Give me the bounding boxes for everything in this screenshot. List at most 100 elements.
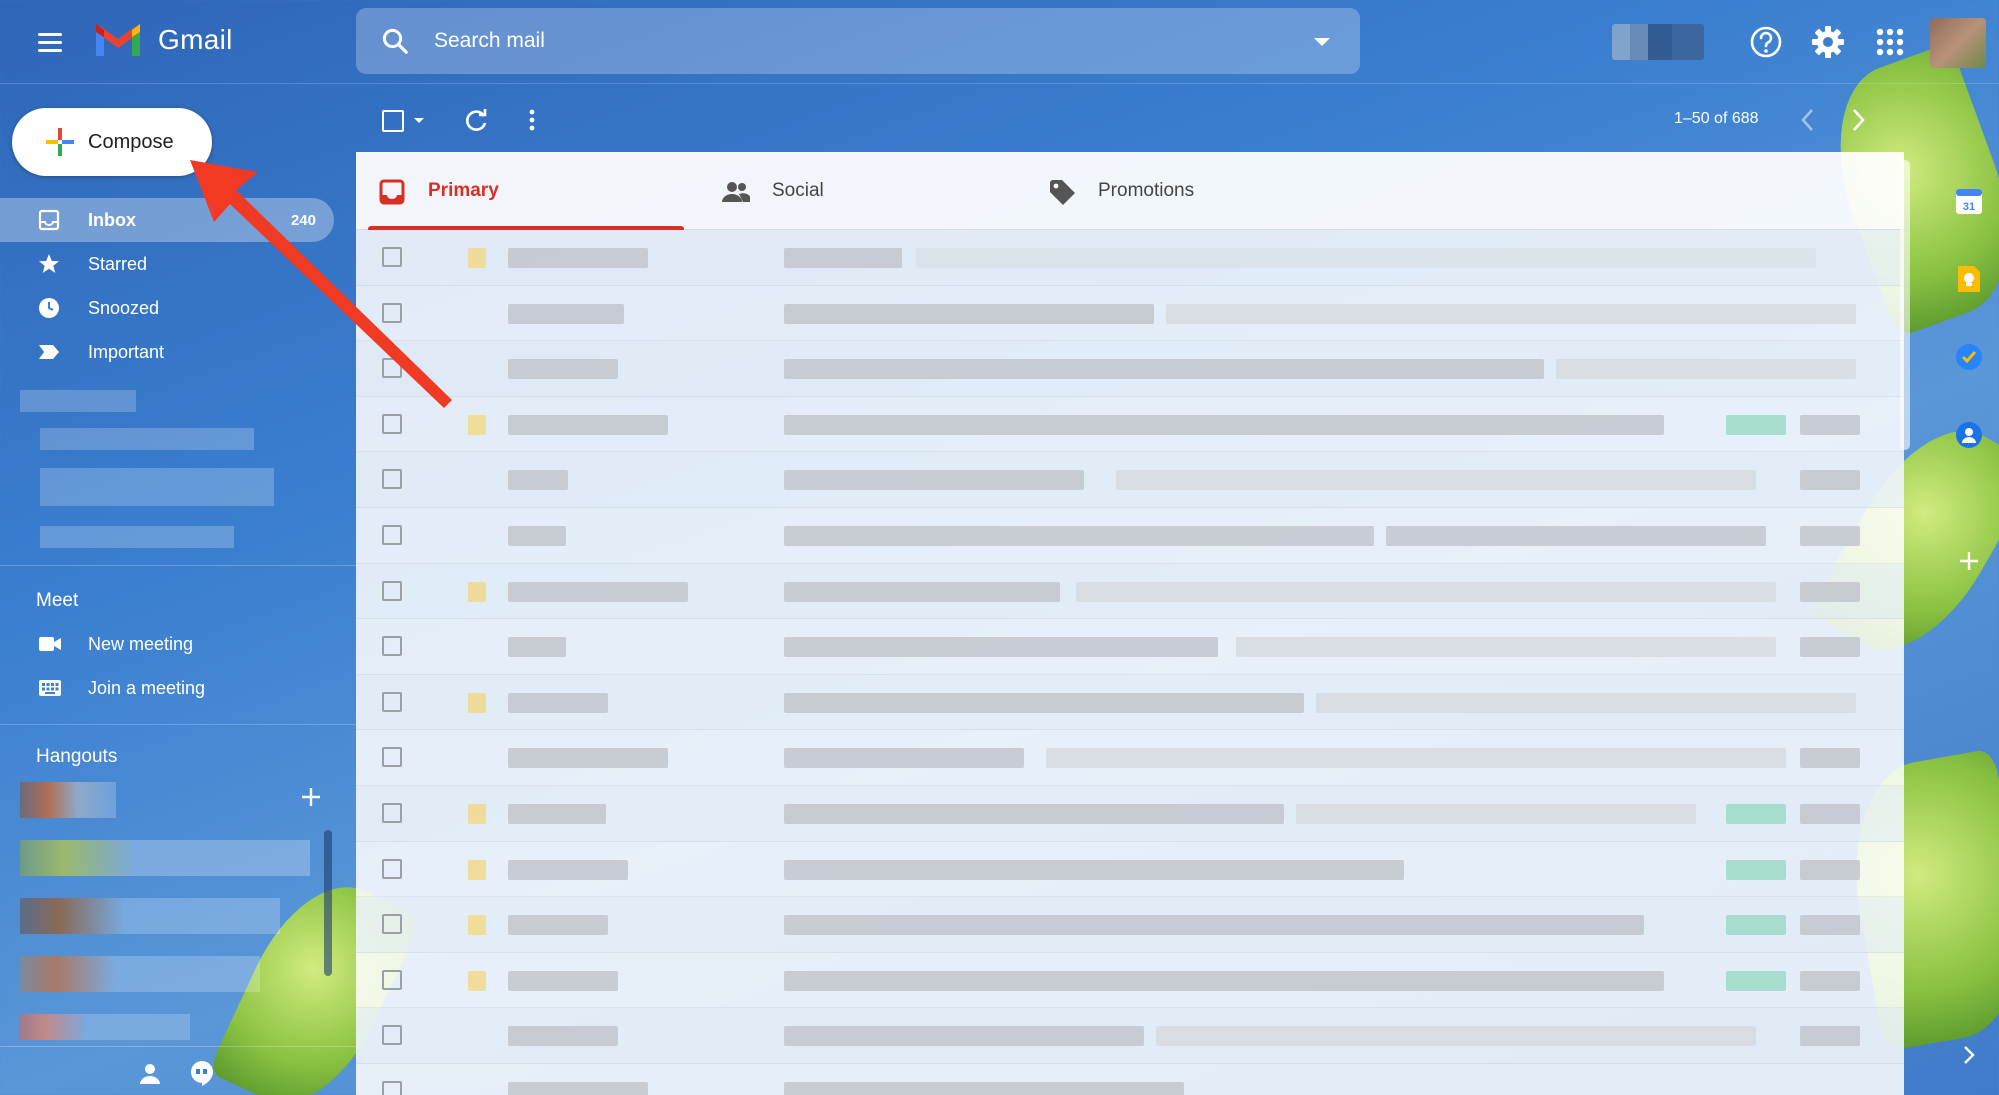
redacted-content [1076, 581, 1776, 602]
tasks-icon[interactable] [1954, 342, 1984, 372]
row-checkbox[interactable] [382, 580, 402, 601]
email-row[interactable] [356, 619, 1904, 675]
compose-button[interactable]: Compose [12, 108, 212, 176]
chevron-right-icon[interactable] [1846, 106, 1870, 134]
redacted-content [468, 248, 486, 268]
refresh-icon[interactable] [462, 106, 490, 134]
redacted-content [468, 414, 486, 435]
row-checkbox[interactable] [382, 802, 402, 823]
person-icon[interactable] [138, 1061, 162, 1085]
row-checkbox[interactable] [382, 691, 402, 712]
email-row[interactable] [356, 563, 1904, 620]
row-checkbox[interactable] [382, 524, 402, 545]
gmail-logo[interactable]: Gmail [92, 20, 233, 60]
email-row[interactable] [356, 230, 1904, 286]
redacted-content [1800, 414, 1860, 435]
main-menu-button[interactable] [28, 22, 72, 62]
sidebar-item-snoozed[interactable]: Snoozed [0, 286, 334, 330]
search-options-dropdown-icon[interactable] [1314, 38, 1330, 46]
row-checkbox[interactable] [382, 302, 402, 323]
chevron-right-icon[interactable] [1954, 1040, 1984, 1070]
row-checkbox[interactable] [382, 247, 402, 267]
redacted-content [1556, 359, 1856, 380]
gear-icon[interactable] [1808, 22, 1848, 62]
add-addon-icon[interactable] [1954, 546, 1984, 576]
tab-promotions[interactable]: Promotions [1026, 152, 1354, 230]
email-row[interactable] [356, 842, 1904, 898]
email-row[interactable] [356, 785, 1904, 842]
redacted-content [468, 803, 486, 824]
hangout-contact[interactable] [20, 956, 260, 992]
hangout-contact[interactable] [20, 782, 116, 818]
row-checkbox[interactable] [382, 858, 402, 879]
add-hangout-icon[interactable] [300, 786, 322, 808]
redacted-content [508, 1026, 618, 1047]
chevron-left-icon[interactable] [1796, 106, 1820, 134]
contacts-icon[interactable] [1954, 420, 1984, 450]
more-vertical-icon[interactable] [522, 106, 542, 134]
important-icon [39, 345, 59, 359]
row-checkbox[interactable] [382, 969, 402, 990]
tab-primary[interactable]: Primary [356, 152, 684, 230]
new-meeting-button[interactable]: New meeting [0, 622, 334, 666]
redacted-content [508, 470, 568, 491]
redacted-content [784, 581, 1060, 602]
redacted-content [1800, 470, 1860, 491]
row-checkbox[interactable] [382, 747, 402, 768]
sidebar-item-inbox[interactable]: Inbox 240 [0, 198, 334, 242]
redacted-content [784, 803, 1284, 824]
row-checkbox[interactable] [382, 358, 402, 379]
hangouts-scrollbar[interactable] [324, 830, 332, 976]
row-checkbox[interactable] [382, 636, 402, 657]
keep-icon[interactable] [1954, 264, 1984, 294]
email-row[interactable] [356, 674, 1904, 731]
mail-list-scrollbar[interactable] [1900, 160, 1910, 450]
hangout-contact[interactable] [20, 898, 280, 934]
calendar-icon[interactable]: 31 [1954, 186, 1984, 216]
redacted-content [784, 748, 1024, 769]
email-row[interactable] [356, 286, 1904, 342]
redacted-content [784, 970, 1664, 991]
hangouts-quote-icon[interactable] [188, 1059, 216, 1087]
blurred-label [40, 428, 254, 450]
email-row[interactable] [356, 897, 1904, 953]
category-tabs: Primary Social Promotions [356, 152, 1904, 230]
email-row[interactable] [356, 730, 1904, 786]
row-checkbox[interactable] [382, 1025, 402, 1046]
google-apps-icon[interactable] [1870, 22, 1910, 62]
select-options-caret-icon[interactable] [414, 118, 424, 123]
row-checkbox[interactable] [382, 914, 402, 935]
redacted-content [1116, 470, 1756, 491]
account-switcher-chip[interactable] [1612, 24, 1704, 60]
meet-section-title: Meet [36, 590, 79, 611]
row-checkbox[interactable] [382, 469, 402, 490]
email-row[interactable] [356, 953, 1904, 1009]
redacted-content [508, 414, 668, 435]
people-icon [722, 182, 750, 202]
search-input[interactable] [434, 8, 1294, 74]
pagination-range: 1–50 of 688 [1674, 110, 1759, 127]
row-checkbox[interactable] [382, 1080, 402, 1095]
blurred-label [40, 468, 274, 506]
select-all-checkbox[interactable] [382, 110, 404, 132]
search-icon[interactable] [380, 26, 410, 56]
email-row[interactable] [356, 508, 1904, 564]
email-row[interactable] [356, 1064, 1904, 1095]
help-icon[interactable] [1746, 22, 1786, 62]
sidebar-item-starred[interactable]: Starred [0, 242, 334, 286]
row-checkbox[interactable] [382, 413, 402, 434]
tab-social[interactable]: Social [700, 152, 1028, 230]
email-row[interactable] [356, 397, 1904, 453]
search-bar[interactable] [356, 8, 1360, 74]
email-row[interactable] [356, 341, 1904, 397]
sidebar-item-important[interactable]: Important [0, 330, 334, 374]
email-row[interactable] [356, 1008, 1904, 1064]
hangout-contact[interactable] [20, 1014, 190, 1040]
email-row[interactable] [356, 452, 1904, 508]
hangout-contact[interactable] [20, 840, 310, 876]
join-meeting-button[interactable]: Join a meeting [0, 666, 334, 710]
redacted-content [784, 637, 1218, 658]
redacted-content [1800, 581, 1860, 602]
menu-bar [38, 40, 62, 44]
redacted-content [1726, 915, 1786, 936]
